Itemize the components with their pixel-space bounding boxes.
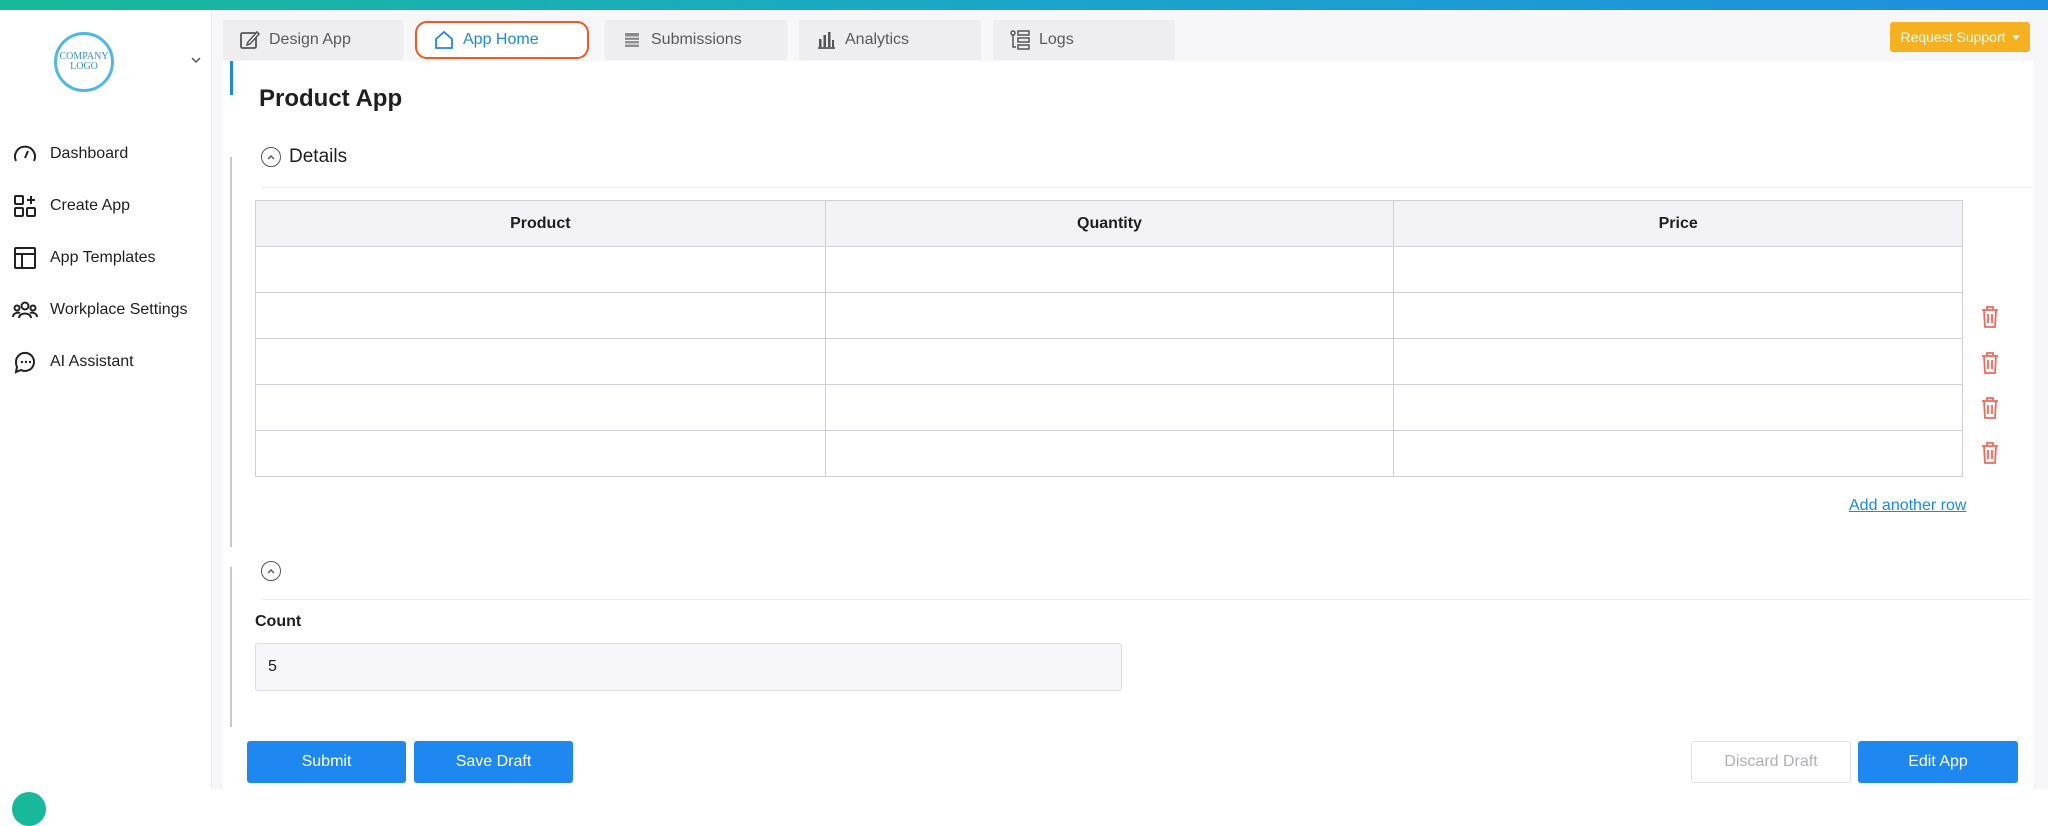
sidebar-item-label: AI Assistant [50,353,134,370]
team-icon [12,301,38,319]
section-indicator-line [230,567,232,727]
home-icon [435,30,453,49]
sidebar-item-label: Dashboard [50,145,129,162]
table-row [255,384,1963,431]
count-field[interactable] [255,643,1122,691]
table-row [255,338,1963,385]
request-support-button[interactable]: Request Support [1890,22,2030,52]
sidebar-item-workplace-settings[interactable]: Workplace Settings [12,296,188,324]
product-cell[interactable] [255,292,826,339]
table-row [255,292,1963,339]
caret-down-icon [2011,34,2020,40]
sidebar-item-create-app[interactable]: Create App [12,192,130,220]
page-title: Product App [259,85,403,112]
logs-icon [1010,30,1030,50]
section-indicator-line [230,157,232,547]
price-cell[interactable] [1393,430,1963,477]
count-section-header[interactable] [261,561,281,581]
edit-app-button[interactable]: Edit App [1858,741,2018,783]
tab-label: Design App [269,31,351,48]
table-row [255,430,1963,477]
sidebar-item-label: Workplace Settings [50,301,188,318]
tab-submissions[interactable]: Submissions [605,20,787,60]
collapse-toggle-icon[interactable] [261,561,281,581]
table-icon [625,33,639,47]
submit-button[interactable]: Submit [247,741,406,783]
tab-design-app[interactable]: Design App [223,20,403,60]
collapse-toggle-icon[interactable] [261,147,281,167]
logo-text: COMPANY LOGO [59,51,109,72]
create-app-icon [14,195,36,217]
sidebar-item-label: App Templates [50,249,156,266]
tab-label: App Home [463,31,539,48]
section-divider [261,599,2031,600]
templates-icon [14,247,36,269]
tab-analytics[interactable]: Analytics [799,20,981,60]
chevron-down-icon[interactable] [190,54,202,66]
gauge-icon [14,145,36,162]
sidebar: COMPANY LOGO Dashboard Create App App Tem… [0,10,212,826]
price-cell[interactable] [1393,246,1963,293]
tab-label: Submissions [651,31,742,48]
help-chat-icon[interactable] [12,792,46,826]
sidebar-item-dashboard[interactable]: Dashboard [12,140,128,168]
quantity-cell[interactable] [824,338,1395,385]
quantity-cell[interactable] [824,292,1395,339]
sidebar-item-app-templates[interactable]: App Templates [12,244,156,272]
add-another-row-link[interactable]: Add another row [1849,497,1966,515]
tab-label: Logs [1039,31,1074,48]
request-support-label: Request Support [1900,29,2006,45]
chat-bot-icon [14,351,35,374]
product-cell[interactable] [255,246,826,293]
table-header-row: Product Quantity Price [255,200,1963,247]
price-cell[interactable] [1393,338,1963,385]
delete-row-icon[interactable] [1979,396,2001,420]
bar-chart-icon [818,32,835,49]
product-cell[interactable] [255,384,826,431]
section-title: Details [289,146,348,167]
price-cell[interactable] [1393,384,1963,431]
sidebar-item-label: Create App [50,197,131,214]
quantity-cell[interactable] [824,246,1395,293]
price-cell[interactable] [1393,292,1963,339]
column-header-product: Product [255,200,826,247]
table-row [255,246,1963,293]
sidebar-item-ai-assistant[interactable]: AI Assistant [12,348,134,376]
top-gradient-bar [0,0,2048,10]
tab-app-home[interactable]: App Home [415,21,589,59]
product-cell[interactable] [255,338,826,385]
edit-icon [240,30,261,49]
company-logo[interactable]: COMPANY LOGO [54,32,114,92]
quantity-cell[interactable] [824,430,1395,477]
app-form-panel: Product App Details Product Quantity Pri… [223,61,2033,789]
product-cell[interactable] [255,430,826,477]
details-section-header[interactable]: Details [261,146,347,168]
delete-row-icon[interactable] [1979,441,2001,465]
save-draft-button[interactable]: Save Draft [414,741,573,783]
column-header-price: Price [1393,200,1963,247]
quantity-cell[interactable] [824,384,1395,431]
tab-label: Analytics [845,31,910,48]
details-table: Product Quantity Price [255,200,1963,477]
main-content: Design App App Home Submissions Analytic… [213,10,2048,789]
delete-row-icon[interactable] [1979,305,2001,329]
section-divider [261,187,2031,188]
count-label: Count [255,613,302,630]
delete-row-icon[interactable] [1979,351,2001,375]
discard-draft-button[interactable]: Discard Draft [1691,741,1851,783]
tab-logs[interactable]: Logs [993,20,1175,60]
column-header-quantity: Quantity [824,200,1395,247]
title-accent-bar [230,61,233,95]
